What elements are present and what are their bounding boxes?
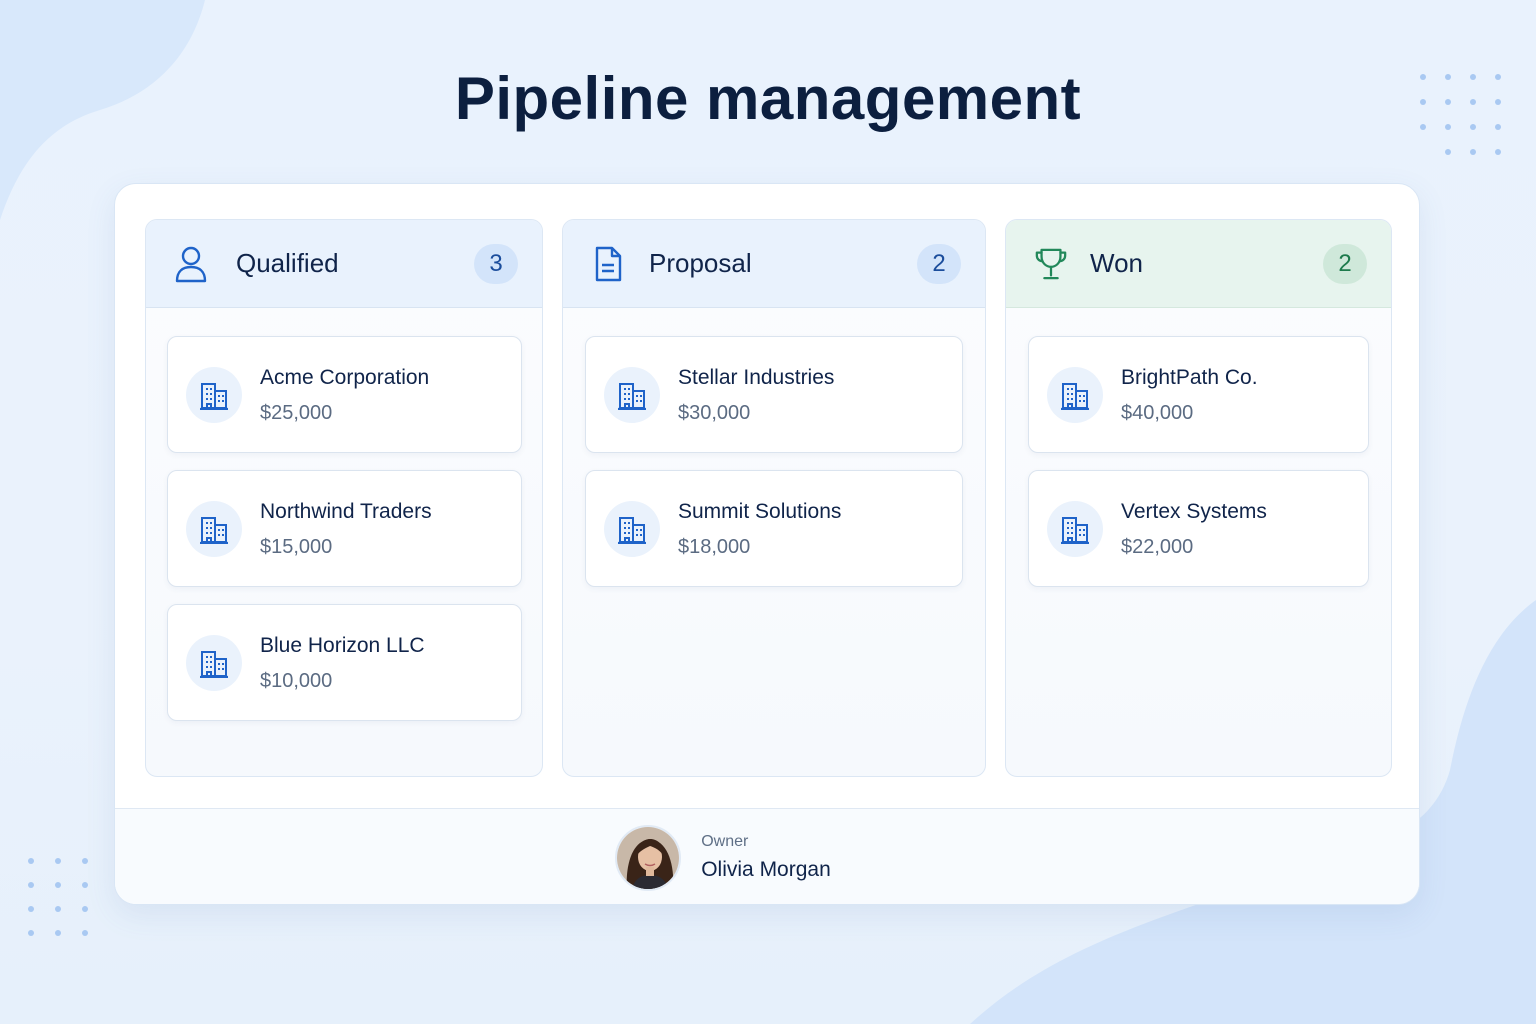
building-icon bbox=[186, 366, 242, 423]
deal-value: $18,000 bbox=[678, 535, 751, 558]
column-proposal: Proposal 2 Stellar Industries $30,000 Su… bbox=[562, 219, 986, 777]
deal-value: $22,000 bbox=[1121, 535, 1194, 558]
column-header-won[interactable]: Won 2 bbox=[1006, 220, 1391, 308]
company-name: Summit Solutions bbox=[678, 499, 842, 523]
deal-card[interactable]: Vertex Systems $22,000 bbox=[1028, 470, 1369, 587]
company-name: BrightPath Co. bbox=[1121, 365, 1258, 389]
document-icon bbox=[591, 245, 625, 283]
deal-value: $40,000 bbox=[1121, 401, 1194, 424]
company-name: Acme Corporation bbox=[260, 365, 430, 389]
count-badge: 3 bbox=[474, 243, 518, 284]
deal-card[interactable]: Summit Solutions $18,000 bbox=[585, 470, 963, 587]
deal-card[interactable]: Stellar Industries $30,000 bbox=[585, 336, 963, 453]
deal-value: $25,000 bbox=[260, 401, 333, 424]
building-icon bbox=[1047, 366, 1103, 423]
deal-card[interactable]: Acme Corporation $25,000 bbox=[167, 336, 522, 453]
user-icon bbox=[174, 245, 208, 283]
owner-label: Owner bbox=[701, 833, 749, 850]
deal-card[interactable]: Northwind Traders $15,000 bbox=[167, 470, 522, 587]
column-header-proposal[interactable]: Proposal 2 bbox=[563, 220, 985, 308]
deal-value: $15,000 bbox=[260, 535, 333, 558]
column-title: Won bbox=[1090, 248, 1143, 278]
count-badge: 2 bbox=[917, 243, 961, 284]
owner-name: Olivia Morgan bbox=[701, 858, 831, 881]
building-icon bbox=[186, 634, 242, 691]
column-won: Won 2 BrightPath Co. $40,000 Vertex Syst… bbox=[1005, 219, 1392, 777]
deal-card[interactable]: BrightPath Co. $40,000 bbox=[1028, 336, 1369, 453]
building-icon bbox=[604, 500, 660, 557]
column-title: Qualified bbox=[236, 248, 339, 278]
count-badge: 2 bbox=[1323, 243, 1367, 284]
page-title: Pipeline management bbox=[454, 65, 1082, 132]
owner-footer: Owner Olivia Morgan bbox=[115, 808, 1419, 904]
building-icon bbox=[604, 366, 660, 423]
building-icon bbox=[186, 500, 242, 557]
column-header-qualified[interactable]: Qualified 3 bbox=[146, 220, 542, 308]
deal-card[interactable]: Blue Horizon LLC $10,000 bbox=[167, 604, 522, 721]
pipeline-board: Qualified 3 Acme Corporation $25,000 Nor… bbox=[114, 183, 1420, 905]
deal-value: $10,000 bbox=[260, 669, 333, 692]
company-name: Northwind Traders bbox=[260, 499, 432, 523]
trophy-icon bbox=[1034, 245, 1068, 283]
deal-value: $30,000 bbox=[678, 401, 751, 424]
company-name: Stellar Industries bbox=[678, 365, 835, 389]
company-name: Vertex Systems bbox=[1121, 499, 1267, 523]
decorative-dots-bottom-left bbox=[28, 858, 88, 936]
column-title: Proposal bbox=[649, 248, 752, 278]
avatar[interactable] bbox=[615, 824, 682, 891]
company-name: Blue Horizon LLC bbox=[260, 633, 425, 657]
building-icon bbox=[1047, 500, 1103, 557]
column-qualified: Qualified 3 Acme Corporation $25,000 Nor… bbox=[145, 219, 543, 777]
